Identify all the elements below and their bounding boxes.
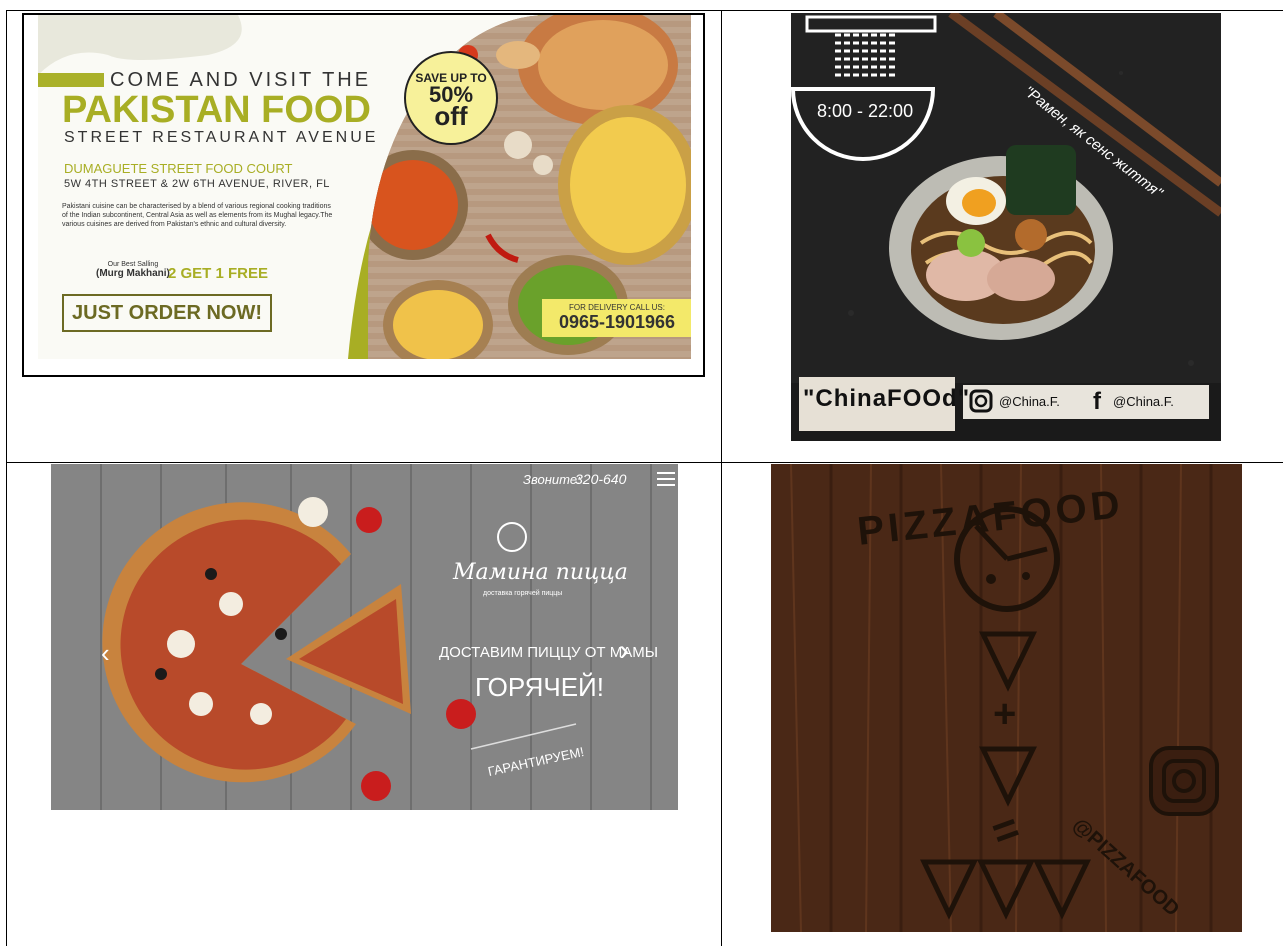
best-item: (Murg Makhani) <box>96 268 170 279</box>
order-now-button[interactable]: JUST ORDER NOW! <box>62 294 272 332</box>
pizzafood-poster: PIZZAFOOD + = @PIZZAFOOD <box>771 464 1242 932</box>
address: 5W 4TH STREET & 2W 6TH AVENUE, RIVER, FL <box>64 178 330 190</box>
hamburger-menu-icon[interactable] <box>657 472 675 486</box>
discount-badge: SAVE UP TO 50% off <box>404 51 498 145</box>
instagram-icon <box>970 390 992 412</box>
pakistan-food-banner: COME AND VISIT THE PAKISTAN FOOD STREET … <box>22 13 705 377</box>
best-seller: Our Best Salling (Murg Makhani) <box>96 260 170 279</box>
brand-name: Мамина пицца <box>453 560 628 585</box>
instagram-icon <box>1151 748 1217 814</box>
cuisine-description: Pakistani cuisine can be characterised b… <box>62 203 333 228</box>
tagline-line2: ГОРЯЧЕЙ! <box>475 672 604 702</box>
delivery-call-box: FOR DELIVERY CALL US: 0965-1901966 <box>542 299 691 337</box>
brand-subtitle: доставка горячей пиццы <box>483 590 563 597</box>
mamina-pizza-website: Звоните: 320-640 Мамина пицца доставка г… <box>51 464 678 810</box>
badge-line3: off <box>434 101 468 131</box>
facebook-handle[interactable]: @China.F. <box>1113 394 1174 409</box>
facebook-icon: f <box>1093 388 1101 415</box>
food-court-name: DUMAGUETE STREET FOOD COURT <box>64 161 293 176</box>
call-label: FOR DELIVERY CALL US: <box>569 303 665 312</box>
phone-number[interactable]: 320-640 <box>575 471 626 487</box>
plus-sign: + <box>993 692 1017 736</box>
grid-line-top <box>6 10 1283 11</box>
grid-line-middle-horizontal <box>6 462 1283 463</box>
hours: 8:00 - 22:00 <box>817 101 914 121</box>
ramen-illustration <box>791 13 1221 441</box>
brand-name: "ChinaFOOd" <box>803 385 971 412</box>
banner-line3: STREET RESTAURANT AVENUE <box>64 129 379 146</box>
delivery-phone[interactable]: 0965-1901966 <box>542 312 691 333</box>
pakistan-banner-canvas: COME AND VISIT THE PAKISTAN FOOD STREET … <box>38 15 691 359</box>
offer-text: 2 GET 1 FREE <box>168 265 269 282</box>
chinafood-poster: 8:00 - 22:00 "Рамен, як сенс життя" "Chi… <box>791 13 1221 441</box>
prev-arrow[interactable]: ‹ <box>101 638 110 669</box>
instagram-handle[interactable]: @China.F. <box>999 394 1060 409</box>
grid-line-middle-vertical <box>721 10 722 946</box>
grid-line-left <box>6 10 7 946</box>
title-accent-bar <box>38 73 104 87</box>
tagline-line1: ДОСТАВИМ ПИЦЦУ ОТ МАМЫ <box>439 644 659 661</box>
phone-label: Звоните: <box>523 472 581 487</box>
banner-title: PAKISTAN FOOD <box>62 89 371 131</box>
pizza-logo-icon <box>497 522 527 552</box>
